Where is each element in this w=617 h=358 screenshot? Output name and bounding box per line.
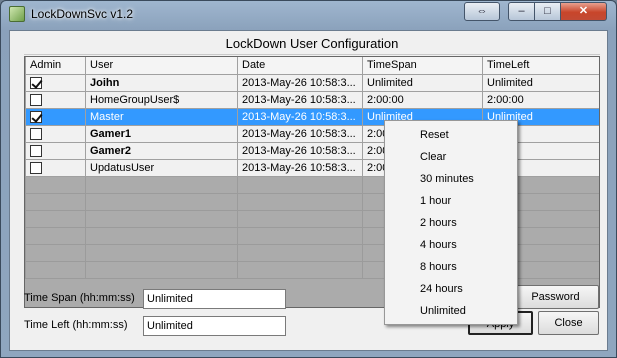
admin-cell — [25, 73, 86, 92]
timespan-cell[interactable]: Unlimited — [362, 73, 483, 92]
admin-cell — [25, 124, 86, 143]
empty-cell — [237, 260, 363, 279]
admin-checkbox[interactable] — [30, 144, 42, 157]
table-row[interactable]: HomeGroupUser$ 2013-May-26 10:58:3... 2:00… — [25, 90, 599, 109]
context-menu: Reset Clear 30 minutes 1 hour 2 hours 4 … — [384, 120, 518, 325]
empty-cell — [25, 260, 86, 279]
date-cell[interactable]: 2013-May-26 10:58:3... — [237, 141, 363, 160]
user-cell[interactable]: Gamer1 — [85, 124, 238, 143]
maximize-button[interactable]: □ — [534, 2, 561, 21]
column-header-user[interactable]: User — [85, 57, 238, 75]
menu-item-30-minutes[interactable]: 30 minutes — [385, 168, 517, 190]
date-cell[interactable]: 2013-May-26 10:58:3... — [237, 107, 363, 126]
user-cell[interactable]: Gamer2 — [85, 141, 238, 160]
date-cell[interactable]: 2013-May-26 10:58:3... — [237, 90, 363, 109]
column-header-date[interactable]: Date — [237, 57, 363, 75]
admin-checkbox[interactable] — [30, 93, 42, 106]
admin-checkbox[interactable] — [30, 110, 42, 123]
empty-cell — [25, 226, 86, 245]
admin-checkbox[interactable] — [30, 127, 42, 140]
empty-cell — [237, 226, 363, 245]
panel-title: LockDown User Configuration — [24, 33, 600, 55]
column-header-timeleft[interactable]: TimeLeft — [482, 57, 599, 75]
timeleft-label: Time Left (hh:mm:ss) — [24, 319, 128, 331]
menu-item-unlimited[interactable]: Unlimited — [385, 300, 517, 322]
user-cell[interactable]: Joihn — [85, 73, 238, 92]
resize-button[interactable]: ⇔ — [464, 2, 500, 21]
admin-checkbox[interactable] — [30, 161, 42, 174]
empty-cell — [85, 209, 238, 228]
empty-cell — [25, 209, 86, 228]
close-window-button[interactable]: ✕ — [560, 2, 607, 21]
empty-cell — [85, 175, 238, 194]
date-cell[interactable]: 2013-May-26 10:58:3... — [237, 124, 363, 143]
menu-item-4-hours[interactable]: 4 hours — [385, 234, 517, 256]
empty-cell — [237, 192, 363, 211]
user-cell[interactable]: UpdatusUser — [85, 158, 238, 177]
admin-cell — [25, 90, 86, 109]
empty-cell — [237, 243, 363, 262]
close-button[interactable]: Close — [538, 311, 599, 335]
user-cell[interactable]: HomeGroupUser$ — [85, 90, 238, 109]
empty-cell — [85, 243, 238, 262]
menu-item-2-hours[interactable]: 2 hours — [385, 212, 517, 234]
timespan-cell[interactable]: 2:00:00 — [362, 90, 483, 109]
column-header-admin[interactable]: Admin — [25, 57, 86, 75]
empty-cell — [237, 209, 363, 228]
admin-cell — [25, 158, 86, 177]
admin-cell — [25, 141, 86, 160]
empty-cell — [85, 192, 238, 211]
menu-item-24-hours[interactable]: 24 hours — [385, 278, 517, 300]
timespan-label: Time Span (hh:mm:ss) — [24, 292, 135, 304]
empty-cell — [85, 260, 238, 279]
empty-cell — [25, 175, 86, 194]
client-area: LockDown User Configuration Admin User D… — [9, 30, 608, 351]
timeleft-cell[interactable]: 2:00:00 — [482, 90, 599, 109]
user-cell[interactable]: Master — [85, 107, 238, 126]
admin-cell — [25, 107, 86, 126]
grid-header-row: Admin User Date TimeSpan TimeLeft — [25, 57, 599, 75]
menu-item-clear[interactable]: Clear — [385, 146, 517, 168]
menu-item-reset[interactable]: Reset — [385, 124, 517, 146]
date-cell[interactable]: 2013-May-26 10:58:3... — [237, 73, 363, 92]
app-icon — [9, 6, 25, 22]
timeleft-field[interactable] — [143, 316, 286, 336]
admin-checkbox[interactable] — [30, 76, 42, 89]
menu-item-1-hour[interactable]: 1 hour — [385, 190, 517, 212]
empty-cell — [25, 243, 86, 262]
empty-cell — [25, 192, 86, 211]
app-window: LockDownSvc v1.2 ⇔ – □ ✕ LockDown User C… — [0, 0, 617, 358]
menu-item-8-hours[interactable]: 8 hours — [385, 256, 517, 278]
empty-cell — [237, 175, 363, 194]
date-cell[interactable]: 2013-May-26 10:58:3... — [237, 158, 363, 177]
timeleft-cell[interactable]: Unlimited — [482, 73, 599, 92]
title-bar[interactable]: LockDownSvc v1.2 ⇔ – □ ✕ — [1, 1, 616, 27]
table-row[interactable]: Joihn 2013-May-26 10:58:3... Unlimited Unli… — [25, 73, 599, 92]
minimize-button[interactable]: – — [508, 2, 535, 21]
empty-cell — [85, 226, 238, 245]
window-title: LockDownSvc v1.2 — [31, 7, 134, 21]
column-header-timespan[interactable]: TimeSpan — [362, 57, 483, 75]
timespan-field[interactable] — [143, 289, 286, 309]
